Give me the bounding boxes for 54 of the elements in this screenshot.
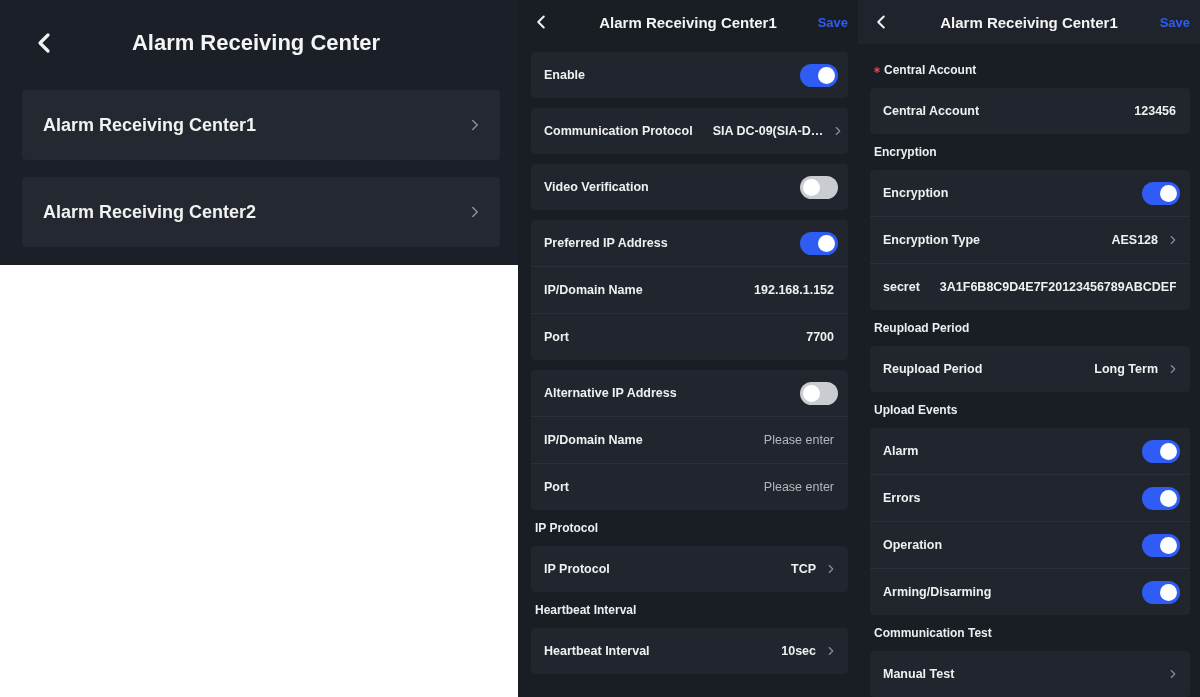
toggle-switch[interactable] (1142, 439, 1180, 463)
setting-label: Encryption (883, 186, 949, 200)
setting-label: Arming/Disarming (883, 585, 992, 599)
setting-label: Alternative IP Address (544, 386, 677, 400)
toggle-switch[interactable] (1142, 580, 1180, 604)
input-field[interactable]: 192.168.1.152 (754, 280, 838, 300)
input-field[interactable]: 3A1F6B8C9D4E7F20123456789ABCDEF (939, 277, 1180, 297)
setting-label: Alarm (883, 444, 919, 458)
setting-label: Encryption Type (883, 233, 980, 247)
setting-label: Video Verification (544, 180, 649, 194)
select-value[interactable]: 10sec (781, 644, 838, 658)
setting-label: Preferred IP Address (544, 236, 668, 250)
required-asterisk-icon (874, 67, 880, 73)
section-header: IP Protocol (535, 521, 599, 535)
list-item[interactable]: Alarm Receiving Center1 (22, 90, 500, 160)
section-header: Upload Events (874, 403, 958, 417)
toggle-switch[interactable] (800, 63, 838, 87)
screen-title: Alarm Receiving Center1 (599, 13, 777, 31)
select-value[interactable]: Long Term (1094, 362, 1180, 376)
section-header: Communication Test (874, 626, 992, 640)
section-header: Heartbeat Interval (535, 603, 637, 617)
select-value[interactable]: AES128 (1111, 233, 1180, 247)
setting-label: Operation (883, 538, 943, 552)
input-field[interactable]: 123456 (1134, 101, 1180, 121)
setting-label: Reupload Period (883, 362, 983, 376)
section-header: Encryption (874, 145, 937, 159)
setting-label: Communication Protocol (544, 124, 693, 138)
section-header: Reupload Period (874, 321, 970, 335)
setting-label: IP/Domain Name (544, 433, 643, 447)
input-field[interactable]: Please enter (763, 477, 838, 497)
toggle-switch[interactable] (1142, 181, 1180, 205)
setting-label: secret (883, 280, 920, 294)
section-header: Central Account (884, 63, 977, 77)
setting-label: IP/Domain Name (544, 283, 643, 297)
setting-label: Heartbeat Interval (544, 644, 650, 658)
select-value[interactable]: SIA DC-09(SIA-D… (712, 124, 846, 138)
screen-title: Alarm Receiving Center1 (940, 13, 1118, 31)
setting-label: Manual Test (883, 667, 955, 681)
setting-label: Port (544, 480, 569, 494)
setting-label: IP Protocol (544, 562, 610, 576)
list-item[interactable]: Alarm Receiving Center2 (22, 177, 500, 247)
setting-label: Port (544, 330, 569, 344)
setting-label: Central Account (883, 104, 980, 118)
setting-label: Errors (883, 491, 921, 505)
input-field[interactable]: 7700 (806, 327, 838, 347)
select-value[interactable]: TCP (791, 562, 838, 576)
toggle-switch[interactable] (800, 175, 838, 199)
toggle-switch[interactable] (1142, 533, 1180, 557)
toggle-switch[interactable] (1142, 486, 1180, 510)
toggle-switch[interactable] (800, 231, 838, 255)
setting-label: Enable (544, 68, 585, 82)
toggle-switch[interactable] (800, 381, 838, 405)
screen-title: Alarm Receiving Center (131, 30, 381, 56)
input-field[interactable]: Please enter (763, 430, 838, 450)
